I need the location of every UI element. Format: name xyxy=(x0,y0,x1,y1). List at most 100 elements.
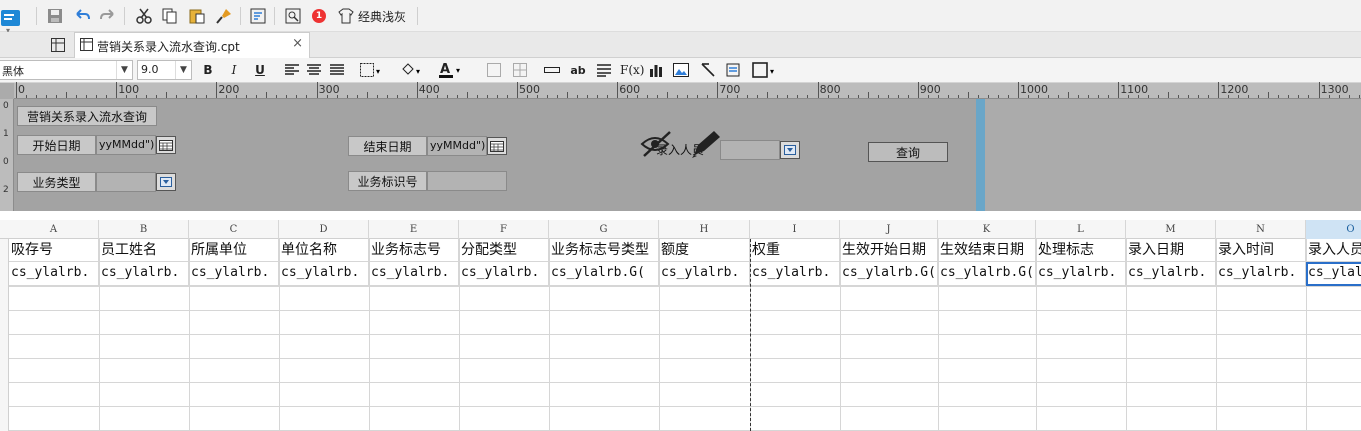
app-menu-icon[interactable]: ▾ xyxy=(0,6,22,35)
formula-cell[interactable]: cs_ylalrb.G( xyxy=(840,262,938,286)
paragraph-icon[interactable] xyxy=(596,61,612,79)
align-center-icon[interactable] xyxy=(306,61,322,79)
header-cell[interactable]: 额度 xyxy=(659,239,750,262)
formula-cell[interactable]: cs_ylalrb. xyxy=(1216,262,1306,286)
underline-button[interactable]: U xyxy=(252,61,268,79)
column-header-d[interactable]: D xyxy=(279,220,369,239)
header-cell[interactable]: 生效开始日期 xyxy=(840,239,938,262)
column-header-o[interactable]: O xyxy=(1306,220,1361,239)
header-cell[interactable]: 分配类型 xyxy=(459,239,549,262)
column-header-m[interactable]: M xyxy=(1126,220,1216,239)
column-header-i[interactable]: I xyxy=(750,220,840,239)
query-button[interactable]: 查询 xyxy=(868,142,948,162)
header-cell[interactable]: 录入时间 xyxy=(1216,239,1306,262)
column-header-b[interactable]: B xyxy=(99,220,189,239)
font-color-icon[interactable]: A ▾ xyxy=(438,61,464,79)
header-cell[interactable]: 录入人员 xyxy=(1306,239,1361,262)
formula-cell[interactable]: cs_ylalrb. xyxy=(750,262,840,286)
edit-pencil-icon[interactable] xyxy=(690,129,722,162)
ruler-tick xyxy=(627,95,629,98)
header-cell[interactable]: 业务标志号 xyxy=(369,239,459,262)
align-justify-icon[interactable] xyxy=(329,61,345,79)
dropdown-icon[interactable] xyxy=(780,141,800,159)
column-header-l[interactable]: L xyxy=(1036,220,1126,239)
business-id-input[interactable] xyxy=(427,171,507,191)
formula-cell[interactable]: cs_ylalrb. xyxy=(189,262,279,286)
column-header-g[interactable]: G xyxy=(549,220,659,239)
column-header-n[interactable]: N xyxy=(1216,220,1306,239)
split-cells-icon[interactable] xyxy=(512,61,528,79)
end-date-input[interactable]: yyMMdd") xyxy=(427,136,487,156)
align-left-icon[interactable] xyxy=(284,61,300,79)
notification-badge[interactable]: 1 xyxy=(312,9,326,23)
header-cell[interactable]: 吸存号 xyxy=(9,239,99,262)
tab-report-file[interactable]: 营销关系录入流水查询.cpt × xyxy=(74,32,310,58)
italic-button[interactable]: I xyxy=(226,61,242,79)
tab-close-icon[interactable]: × xyxy=(292,36,303,51)
header-cell[interactable]: 员工姓名 xyxy=(99,239,189,262)
formula-cell[interactable]: cs_ylalrb. xyxy=(459,262,549,286)
formula-cell[interactable]: cs_ylalrb. xyxy=(1126,262,1216,286)
copy-icon[interactable] xyxy=(160,6,180,26)
start-date-input[interactable]: yyMMdd") xyxy=(96,135,156,155)
header-cell[interactable]: 生效结束日期 xyxy=(938,239,1036,262)
widget-icon[interactable] xyxy=(725,61,741,79)
frame-border-icon[interactable]: ▾ xyxy=(752,61,778,79)
formula-cell[interactable]: cs_ylalrb. xyxy=(99,262,189,286)
formula-cell[interactable]: cs_ylalrb. xyxy=(9,262,99,286)
paste-icon[interactable] xyxy=(187,6,207,26)
insert-line-icon[interactable] xyxy=(544,61,560,79)
header-cell[interactable]: 单位名称 xyxy=(279,239,369,262)
formula-cell[interactable]: cs_ylalrb. xyxy=(1036,262,1126,286)
text-style-button[interactable]: ab xyxy=(570,61,586,79)
formula-cell[interactable]: cs_ylalrb.G( xyxy=(549,262,659,286)
calendar-icon[interactable] xyxy=(156,136,176,154)
formula-button[interactable]: F(x) xyxy=(620,61,644,79)
header-cell[interactable]: 录入日期 xyxy=(1126,239,1216,262)
formula-cell[interactable]: cs_ylalrb. xyxy=(279,262,369,286)
column-header-j[interactable]: J xyxy=(840,220,938,239)
calendar-icon[interactable] xyxy=(487,137,507,155)
ruler-tick xyxy=(1228,95,1230,98)
font-size-select[interactable]: 9.0 ▼ xyxy=(137,60,192,80)
column-header-c[interactable]: C xyxy=(189,220,279,239)
header-cell[interactable]: 处理标志 xyxy=(1036,239,1126,262)
formula-cell[interactable]: cs_ylalrb.G( xyxy=(938,262,1036,286)
theme-label[interactable]: 经典浅灰 xyxy=(358,8,406,25)
dropdown-icon[interactable] xyxy=(156,173,176,191)
template-icon[interactable] xyxy=(248,6,268,26)
column-header-h[interactable]: H xyxy=(659,220,750,239)
formula-cell[interactable]: cs_ylalrb. xyxy=(659,262,750,286)
image-icon[interactable] xyxy=(673,61,689,79)
chevron-down-icon[interactable]: ▼ xyxy=(116,61,132,79)
merge-cells-icon[interactable] xyxy=(486,61,502,79)
slash-icon[interactable] xyxy=(700,61,716,79)
redo-icon[interactable] xyxy=(98,6,118,26)
format-brush-icon[interactable] xyxy=(214,6,234,26)
active-cell-cursor[interactable] xyxy=(1306,262,1361,286)
bold-button[interactable]: B xyxy=(200,61,216,79)
grid-view-icon[interactable] xyxy=(48,35,68,55)
panel-resize-handle[interactable] xyxy=(976,99,985,211)
header-cell[interactable]: 权重 xyxy=(750,239,840,262)
undo-icon[interactable] xyxy=(72,6,92,26)
business-type-select[interactable] xyxy=(96,172,156,192)
entry-person-select[interactable] xyxy=(720,140,780,160)
chevron-down-icon[interactable]: ▼ xyxy=(175,61,191,79)
column-header-a[interactable]: A xyxy=(9,220,99,239)
save-icon[interactable] xyxy=(45,6,65,26)
cell-border-icon[interactable]: ▾ xyxy=(360,61,384,79)
column-header-e[interactable]: E xyxy=(369,220,459,239)
formula-cell[interactable]: cs_ylalrb. xyxy=(369,262,459,286)
theme-icon[interactable] xyxy=(336,6,356,26)
preview-icon[interactable] xyxy=(283,6,303,26)
column-header-f[interactable]: F xyxy=(459,220,549,239)
header-cell[interactable]: 所属单位 xyxy=(189,239,279,262)
hidden-eye-icon[interactable] xyxy=(640,128,674,161)
header-cell[interactable]: 业务标志号类型 xyxy=(549,239,659,262)
chart-icon[interactable] xyxy=(648,61,664,79)
column-header-k[interactable]: K xyxy=(938,220,1036,239)
cut-icon[interactable] xyxy=(134,6,154,26)
fill-color-icon[interactable]: ▾ xyxy=(400,61,424,79)
font-name-select[interactable]: 黑体 ▼ xyxy=(0,60,133,80)
